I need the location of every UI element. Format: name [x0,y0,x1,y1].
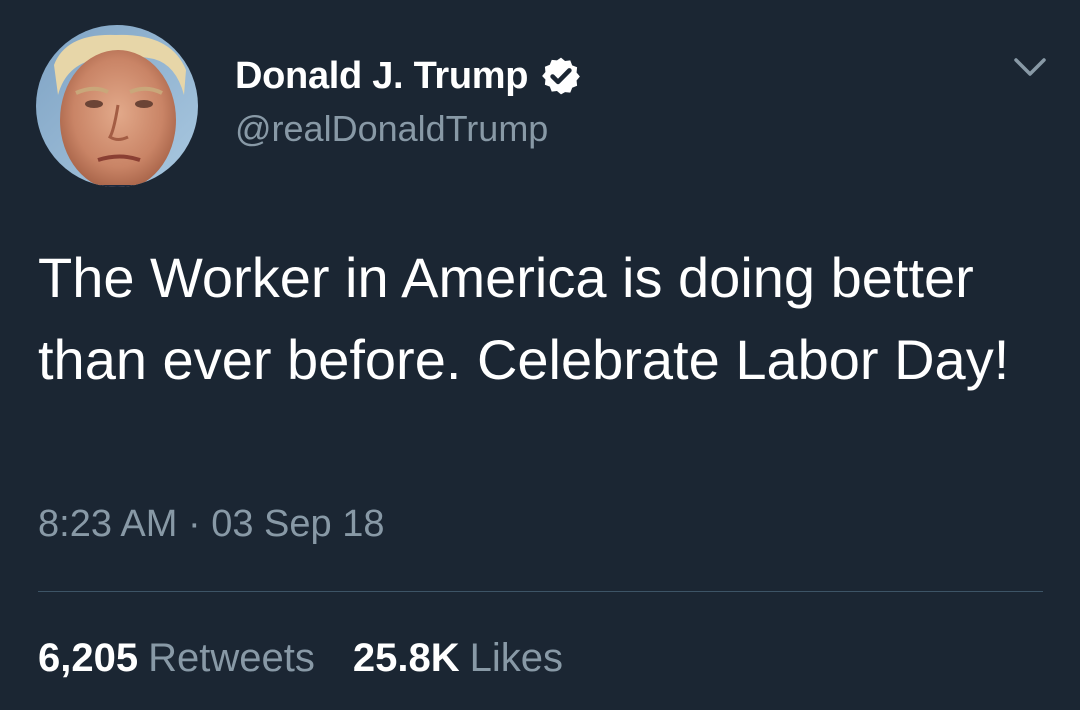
tweet-card: Donald J. Trump @realDonaldTrump The Wor… [0,0,1080,710]
author-display-name[interactable]: Donald J. Trump [235,55,529,98]
tweet-date: 03 Sep 18 [211,503,385,545]
tweet-stats: 6,205 Retweets 25.8K Likes [38,636,563,681]
author-info[interactable]: Donald J. Trump @realDonaldTrump [235,52,582,150]
retweet-count: 6,205 [38,636,139,680]
avatar-image [36,25,198,187]
retweet-label: Retweets [148,636,315,680]
name-row: Donald J. Trump [235,52,582,100]
like-label: Likes [469,636,563,680]
verified-badge-icon [542,57,581,95]
timestamp-separator: · [177,503,212,545]
retweets-stat[interactable]: 6,205 Retweets [38,636,315,681]
like-count: 25.8K [352,636,460,680]
tweet-timestamp[interactable]: 8:23 AM · 03 Sep 18 [38,503,384,546]
tweet-text: The Worker in America is doing better th… [38,246,1010,391]
tweet-time: 8:23 AM [38,503,178,545]
author-handle[interactable]: @realDonaldTrump [235,108,582,150]
chevron-down-icon[interactable] [1010,52,1050,82]
likes-stat[interactable]: 25.8K Likes [353,636,563,681]
author-avatar[interactable] [36,25,198,187]
divider [38,591,1043,592]
